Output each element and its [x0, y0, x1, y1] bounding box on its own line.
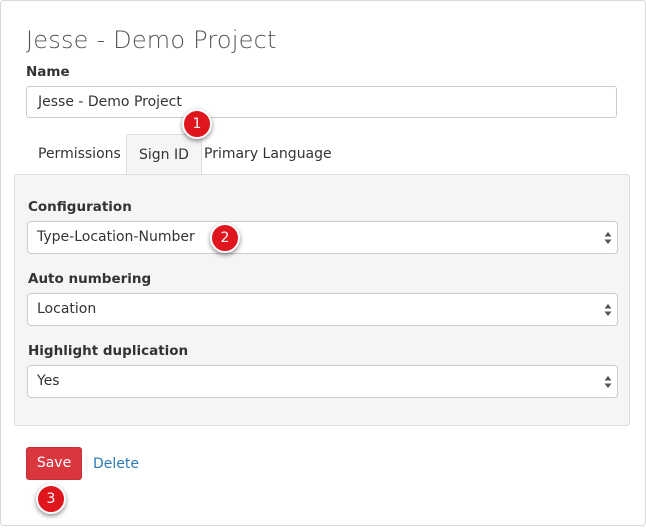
auto-numbering-select[interactable]: Location [27, 293, 618, 326]
auto-numbering-value: Location [37, 301, 97, 317]
highlight-duplication-select[interactable]: Yes [27, 365, 618, 398]
tab-primary-language[interactable]: Primary Language [192, 134, 344, 174]
tab-sign-id[interactable]: Sign ID [126, 134, 202, 175]
name-label: Name [26, 64, 70, 80]
auto-numbering-label: Auto numbering [28, 271, 152, 287]
highlight-duplication-label: Highlight duplication [28, 343, 189, 359]
configuration-value: Type-Location-Number [37, 229, 195, 245]
save-button[interactable]: Save [26, 447, 82, 480]
delete-link[interactable]: Delete [93, 456, 139, 472]
annotation-marker-2: 2 [210, 223, 240, 253]
select-arrows-icon [604, 304, 612, 316]
highlight-duplication-value: Yes [37, 373, 60, 389]
configuration-label: Configuration [28, 199, 132, 215]
select-arrows-icon [604, 376, 612, 388]
name-input[interactable]: Jesse - Demo Project [26, 86, 617, 118]
page-title: Jesse - Demo Project [26, 26, 277, 54]
configuration-select[interactable]: Type-Location-Number [27, 221, 618, 254]
tab-permissions[interactable]: Permissions [26, 134, 133, 174]
annotation-marker-3: 3 [36, 484, 66, 514]
select-arrows-icon [604, 232, 612, 244]
annotation-marker-1: 1 [182, 109, 212, 139]
